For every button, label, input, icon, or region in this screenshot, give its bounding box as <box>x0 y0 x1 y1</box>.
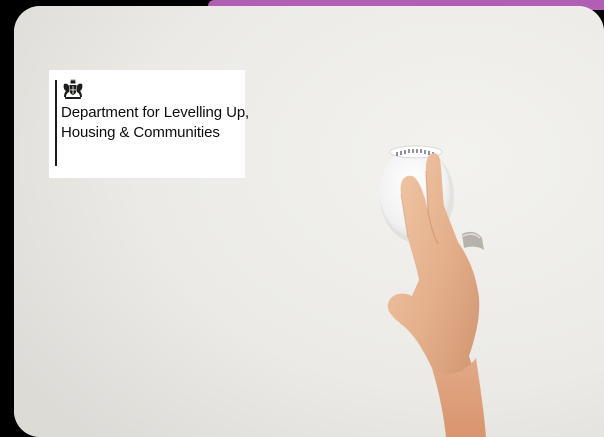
department-name-line-1: Department for Levelling Up, <box>61 104 250 121</box>
department-name-line-2: Housing & Communities <box>61 124 220 141</box>
slide-canvas: Department for Levelling Up, Housing & C… <box>0 0 604 437</box>
royal-coat-of-arms-icon <box>63 79 83 99</box>
logo-rule <box>55 80 57 166</box>
department-name: Department for Levelling Up, Housing & C… <box>61 103 249 143</box>
department-logo: Department for Levelling Up, Housing & C… <box>49 70 249 178</box>
